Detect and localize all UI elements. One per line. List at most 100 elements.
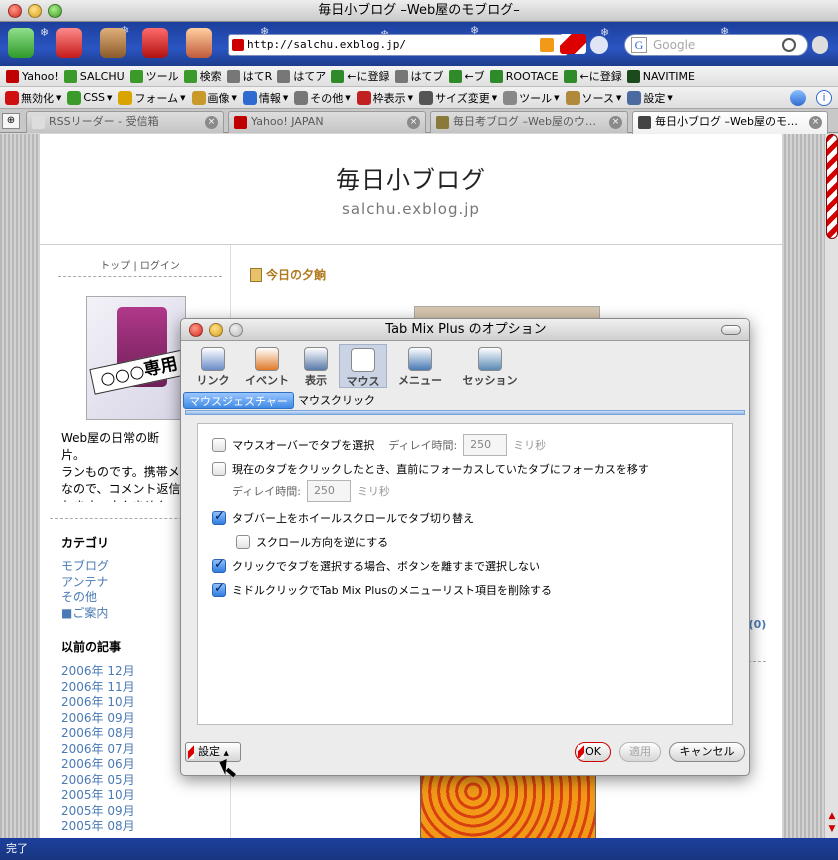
middle-click-delete-checkbox[interactable] [212, 581, 226, 597]
devbar-menu[interactable]: その他 ▼ [294, 90, 351, 106]
search-box[interactable]: G Google [624, 34, 808, 56]
validate-check-icon[interactable] [790, 90, 806, 106]
archive-link[interactable]: 2006年 09月 [61, 711, 135, 727]
bookmark-item[interactable]: ←に登録 [331, 68, 390, 84]
subtab-mouse-click[interactable]: マウスクリック [293, 392, 380, 409]
subtab-mouse-gesture[interactable]: マウスジェスチャー [183, 392, 294, 409]
bookmark-item[interactable]: はてブ [394, 68, 444, 84]
reload-button[interactable] [100, 28, 126, 58]
browser-tab[interactable]: 毎日考ブログ –Web屋のウ… × [430, 111, 628, 133]
category-link[interactable]: モブログ [61, 559, 109, 575]
scroll-down-arrow-icon[interactable]: ▼ [826, 823, 838, 835]
archive-link[interactable]: 2006年 06月 [61, 757, 135, 773]
tab-mouse[interactable]: マウス [339, 344, 387, 388]
focus-delay-input[interactable]: 250 [306, 480, 351, 502]
devbar-menu[interactable]: 画像 ▼ [191, 90, 237, 106]
post-title[interactable]: 今日の夕餉 [266, 266, 326, 283]
tab-session[interactable]: セッション [457, 344, 523, 388]
browser-tab[interactable]: 毎日小ブログ –Web屋のモ… × [632, 111, 828, 134]
scrollbar-thumb[interactable] [826, 134, 838, 239]
bookmark-item[interactable]: はてア [277, 68, 326, 84]
ribbon-dropdown-icon[interactable] [560, 34, 586, 54]
top-link[interactable]: トップ [100, 261, 130, 272]
devbar-menu[interactable]: 枠表示 ▼ [356, 90, 413, 106]
minimize-window-button[interactable] [28, 4, 42, 18]
google-engine-icon[interactable]: G [631, 37, 647, 53]
devbar-menu[interactable]: 無効化 ▼ [5, 90, 61, 106]
cancel-button[interactable]: キャンセル [669, 742, 745, 762]
new-tab-icon[interactable]: ⊕ [2, 113, 20, 129]
tab-close-icon[interactable]: × [609, 116, 622, 129]
wheel-switch-checkbox[interactable] [212, 509, 226, 525]
focus-previous-checkbox[interactable] [212, 462, 226, 476]
login-link[interactable]: ログイン [140, 261, 180, 272]
tab-display[interactable]: 表示 [301, 344, 331, 388]
archive-link[interactable]: 2006年 10月 [61, 695, 135, 711]
middle-click-delete-label: ミドルクリックでTab Mix Plusのメニューリスト項目を削除する [232, 584, 553, 597]
bookmark-item[interactable]: SALCHU [63, 69, 125, 83]
devbar-menu[interactable]: フォーム ▼ [118, 90, 186, 106]
tab-menu[interactable]: メニュー [393, 344, 447, 388]
blog-title[interactable]: 毎日小ブログ [40, 160, 782, 195]
archive-link[interactable]: 2005年 09月 [61, 804, 135, 820]
archive-link[interactable]: 2006年 12月 [61, 664, 135, 680]
bookmark-item[interactable]: ツール [129, 68, 179, 84]
toolbar-toggle-button[interactable] [721, 325, 741, 335]
archive-link[interactable]: 2006年 11月 [61, 680, 135, 696]
scroll-up-arrow-icon[interactable]: ▲ [826, 810, 838, 822]
info-circle-icon[interactable]: i [816, 90, 832, 106]
navitime-icon [626, 69, 640, 83]
tab-event[interactable]: イベント [239, 344, 295, 388]
devbar-menu[interactable]: CSS ▼ [67, 90, 112, 105]
devbar-menu[interactable]: サイズ変更 ▼ [419, 90, 497, 106]
back-button[interactable] [8, 28, 34, 58]
hover-select-checkbox[interactable] [212, 438, 226, 452]
dialog-close-button[interactable] [189, 323, 203, 337]
settings-menu-button[interactable]: 設定 ▲ [185, 742, 241, 762]
bookmark-item[interactable]: 検索 [183, 68, 222, 84]
image-icon [191, 90, 206, 105]
tab-close-icon[interactable]: × [407, 116, 420, 129]
apply-button[interactable]: 適用 [619, 742, 661, 762]
bookmark-item[interactable]: はてR [226, 68, 272, 84]
category-link[interactable]: アンテナ [61, 575, 109, 591]
tab-close-icon[interactable]: × [205, 116, 218, 129]
stop-button[interactable] [142, 28, 168, 58]
archive-link[interactable]: 2006年 07月 [61, 742, 135, 758]
rss-feed-icon[interactable] [540, 38, 554, 52]
archive-link[interactable]: 2005年 08月 [61, 819, 135, 835]
tab-link[interactable]: リンク [191, 344, 235, 388]
bookmark-item[interactable]: Yahoo! [6, 69, 59, 83]
ok-button[interactable]: OK [575, 742, 611, 762]
close-window-button[interactable] [8, 4, 22, 18]
bookmark-label: ←ブ [464, 70, 485, 83]
forward-button[interactable] [56, 28, 82, 58]
zoom-window-button[interactable] [48, 4, 62, 18]
vertical-scrollbar[interactable]: ▲ ▼ [824, 134, 838, 838]
browser-tab[interactable]: RSSリーダー - 受信箱 × [26, 111, 224, 133]
reverse-scroll-checkbox[interactable] [236, 535, 250, 549]
archive-link[interactable]: 2006年 08月 [61, 726, 135, 742]
select-on-release-checkbox[interactable] [212, 557, 226, 573]
post-heading[interactable]: 今日の夕餉 [250, 266, 326, 283]
archive-link[interactable]: 2006年 05月 [61, 773, 135, 789]
bookmark-item[interactable]: ROOTACE [489, 69, 559, 83]
category-link[interactable]: ■ご案内 [61, 606, 109, 622]
bookmark-item[interactable]: ←に登録 [563, 68, 622, 84]
devbar-menu[interactable]: 情報 ▼ [242, 90, 288, 106]
browser-tab[interactable]: Yahoo! JAPAN × [228, 111, 426, 133]
category-link[interactable]: その他 [61, 590, 109, 606]
home-button[interactable] [186, 28, 212, 58]
bookmark-item[interactable]: ←ブ [448, 68, 485, 84]
bookmark-item[interactable]: NAVITIME [626, 69, 695, 83]
hover-delay-input[interactable]: 250 [463, 434, 508, 456]
search-magnifier-icon[interactable] [782, 38, 796, 52]
dialog-zoom-button[interactable] [229, 323, 243, 337]
devbar-menu[interactable]: ツール ▼ [503, 90, 560, 106]
tab-close-icon[interactable]: × [809, 116, 822, 129]
url-bar[interactable]: http://salchu.exblog.jp/ [228, 34, 568, 56]
dialog-minimize-button[interactable] [209, 323, 223, 337]
archive-link[interactable]: 2005年 10月 [61, 788, 135, 804]
devbar-menu[interactable]: ソース ▼ [565, 90, 621, 106]
devbar-menu[interactable]: 設定 ▼ [627, 90, 673, 106]
